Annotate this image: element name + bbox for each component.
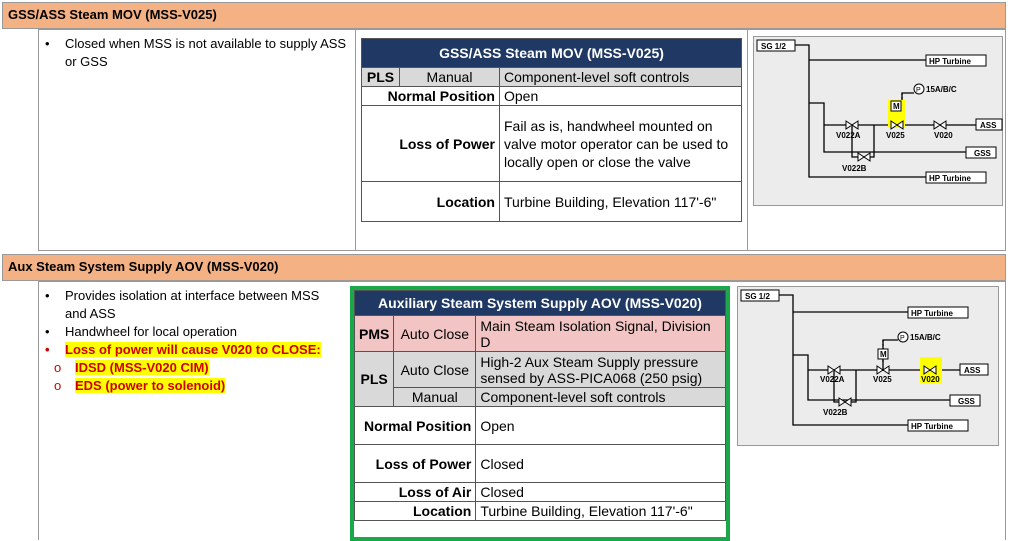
warning-text: Loss of power will cause V020 to CLOSE: bbox=[65, 342, 321, 357]
row-value: Open bbox=[499, 86, 742, 106]
table-title: Auxiliary Steam System Supply AOV (MSS-V… bbox=[354, 290, 726, 316]
pms-label: PMS bbox=[353, 315, 395, 352]
sub-bullet-list: IDSD (MSS-V020 CIM) EDS (power to soleno… bbox=[39, 359, 344, 395]
sg-label: SG 1/2 bbox=[761, 42, 786, 51]
p-id-label: 15A/B/C bbox=[926, 85, 957, 94]
row-label: Loss of Power bbox=[361, 105, 500, 182]
p-label: P bbox=[916, 87, 921, 94]
m-label: M bbox=[893, 102, 900, 111]
p-id-label: 15A/B/C bbox=[910, 333, 941, 342]
pms-mode: Auto Close bbox=[393, 315, 477, 352]
gss-label: GSS bbox=[974, 149, 992, 158]
row-value: Open bbox=[475, 406, 726, 445]
pls-label: PLS bbox=[353, 351, 395, 407]
bullet-list: Provides isolation at interface between … bbox=[39, 287, 344, 359]
row-value: Turbine Building, Elevation 117'-6" bbox=[499, 181, 742, 222]
pls-mode: Manual bbox=[393, 387, 477, 407]
hp-turbine-label: HP Turbine bbox=[929, 57, 971, 66]
v020-table-frame: Auxiliary Steam System Supply AOV (MSS-V… bbox=[350, 286, 730, 541]
section-header-v025: GSS/ASS Steam MOV (MSS-V025) bbox=[2, 2, 1006, 29]
v025-label: V025 bbox=[873, 375, 892, 384]
pls-value: Component-level soft controls bbox=[499, 67, 742, 87]
v025-spec-table: GSS/ASS Steam MOV (MSS-V025) PLS Manual … bbox=[361, 38, 742, 222]
v020-label: V020 bbox=[921, 375, 940, 384]
sg-label: SG 1/2 bbox=[745, 292, 770, 301]
sub-item-text: EDS (power to solenoid) bbox=[75, 378, 226, 393]
pls-label: PLS bbox=[361, 67, 400, 87]
v022a-label: V022A bbox=[836, 131, 861, 140]
row-label: Normal Position bbox=[353, 406, 477, 445]
row-label: Loss of Power bbox=[353, 444, 477, 483]
gss-label: GSS bbox=[958, 397, 976, 406]
section-title: GSS/ASS Steam MOV (MSS-V025) bbox=[8, 7, 217, 22]
list-item: Handwheel for local operation bbox=[39, 323, 344, 341]
list-item: Closed when MSS is not available to supp… bbox=[39, 35, 354, 71]
ass-label: ASS bbox=[964, 366, 981, 375]
diagram-svg: SG 1/2 HP Turbine P 15A/B/C M V022A V025… bbox=[756, 39, 1003, 184]
row-value: Closed bbox=[475, 482, 726, 502]
row-value: Closed bbox=[475, 444, 726, 483]
sub-list-item: EDS (power to solenoid) bbox=[39, 377, 344, 395]
row-label: Normal Position bbox=[361, 86, 500, 106]
table-title: GSS/ASS Steam MOV (MSS-V025) bbox=[361, 38, 742, 68]
m-label: M bbox=[880, 350, 887, 359]
section-header-v020: Aux Steam System Supply AOV (MSS-V020) bbox=[2, 254, 1006, 281]
pls-mode: Auto Close bbox=[393, 351, 477, 388]
bullet-list: Closed when MSS is not available to supp… bbox=[39, 35, 354, 71]
pls-mode: Manual bbox=[399, 67, 500, 87]
v022b-label: V022B bbox=[823, 408, 848, 417]
hp-turbine-label: HP Turbine bbox=[911, 309, 953, 318]
hp-turbine-label: HP Turbine bbox=[911, 422, 953, 431]
pls-value: High-2 Aux Steam Supply pressure sensed … bbox=[475, 351, 726, 388]
list-item: Provides isolation at interface between … bbox=[39, 287, 344, 323]
v020-spec-table: Auxiliary Steam System Supply AOV (MSS-V… bbox=[353, 290, 726, 521]
pls-value: Component-level soft controls bbox=[475, 387, 726, 407]
row-label: Location bbox=[361, 181, 500, 222]
sub-item-text: IDSD (MSS-V020 CIM) bbox=[75, 360, 209, 375]
row-value: Turbine Building, Elevation 117'-6" bbox=[475, 501, 726, 521]
v025-flow-diagram: SG 1/2 HP Turbine P 15A/B/C M V022A V025… bbox=[753, 36, 1003, 206]
row-value: Fail as is, handwheel mounted on valve m… bbox=[499, 105, 742, 182]
sub-list-item: IDSD (MSS-V020 CIM) bbox=[39, 359, 344, 377]
v025-label: V025 bbox=[886, 131, 905, 140]
row-label: Location bbox=[353, 501, 477, 521]
v022b-label: V022B bbox=[842, 164, 867, 173]
list-item-warning: Loss of power will cause V020 to CLOSE: bbox=[39, 341, 344, 359]
v020-label: V020 bbox=[934, 131, 953, 140]
ass-label: ASS bbox=[980, 121, 997, 130]
hp-turbine-label: HP Turbine bbox=[929, 174, 971, 183]
pms-value: Main Steam Isolation Signal, Division D bbox=[475, 315, 726, 352]
v022a-label: V022A bbox=[820, 375, 845, 384]
p-label: P bbox=[900, 335, 905, 342]
diagram-svg: SG 1/2 HP Turbine P 15A/B/C M V022A V025… bbox=[740, 289, 989, 432]
section-title: Aux Steam System Supply AOV (MSS-V020) bbox=[8, 259, 279, 274]
row-label: Loss of Air bbox=[353, 482, 477, 502]
v020-flow-diagram: SG 1/2 HP Turbine P 15A/B/C M V022A V025… bbox=[737, 286, 999, 446]
